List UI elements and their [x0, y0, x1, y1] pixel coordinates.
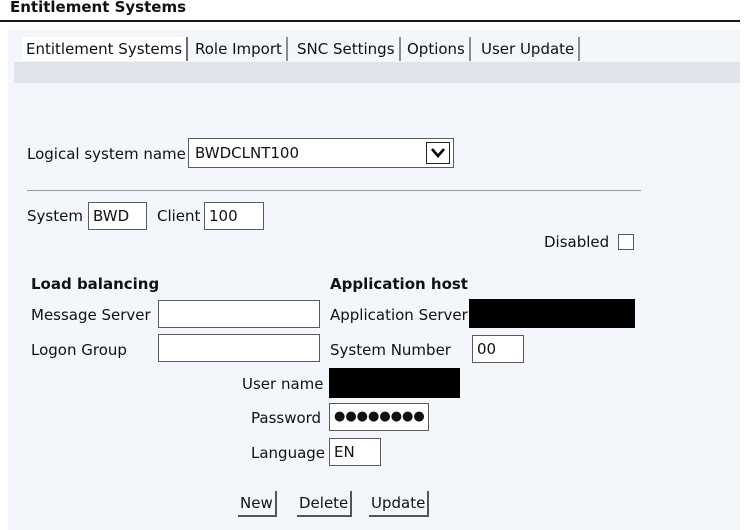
password-label: Password: [251, 409, 322, 427]
window-title: Entitlement Systems: [10, 0, 187, 16]
new-button[interactable]: New: [238, 491, 277, 517]
system-label: System: [27, 207, 83, 225]
tab-snc-settings[interactable]: SNC Settings: [293, 37, 401, 61]
dropdown-button[interactable]: [426, 142, 450, 164]
logical-system-label: Logical system name: [27, 145, 186, 163]
tab-options[interactable]: Options: [403, 37, 471, 61]
application-server-field-redacted[interactable]: [469, 299, 635, 328]
tab-role-import[interactable]: Role Import: [191, 37, 288, 61]
system-number-field[interactable]: 00: [472, 335, 524, 363]
user-name-field-redacted[interactable]: [329, 368, 460, 398]
system-field[interactable]: BWD: [88, 202, 147, 230]
message-server-field[interactable]: [158, 300, 320, 328]
load-balancing-heading: Load balancing: [31, 275, 160, 293]
window-title-bar: Entitlement Systems: [0, 0, 740, 22]
logical-system-select[interactable]: BWDCLNT100: [188, 138, 454, 168]
application-server-label: Application Server: [330, 306, 468, 324]
disabled-label: Disabled: [544, 233, 610, 251]
logon-group-label: Logon Group: [31, 341, 127, 359]
chevron-down-icon: [431, 148, 445, 158]
section-divider: [27, 190, 641, 191]
delete-button[interactable]: Delete: [297, 491, 353, 517]
update-button[interactable]: Update: [369, 491, 430, 517]
language-label: Language: [251, 444, 326, 462]
system-number-label: System Number: [330, 341, 451, 359]
client-label: Client: [157, 207, 201, 225]
language-field[interactable]: EN: [329, 438, 381, 466]
user-name-label: User name: [242, 375, 324, 393]
client-field[interactable]: 100: [204, 202, 264, 230]
logon-group-field[interactable]: [158, 334, 320, 362]
tab-entitlement-systems[interactable]: Entitlement Systems: [22, 37, 189, 61]
password-field[interactable]: ●●●●●●●●: [329, 403, 429, 431]
disabled-checkbox[interactable]: [618, 234, 634, 250]
tab-user-update[interactable]: User Update: [477, 37, 581, 61]
tab-strip-band: [14, 62, 740, 83]
application-host-heading: Application host: [330, 275, 468, 293]
message-server-label: Message Server: [31, 306, 151, 324]
logical-system-value: BWDCLNT100: [195, 144, 299, 162]
